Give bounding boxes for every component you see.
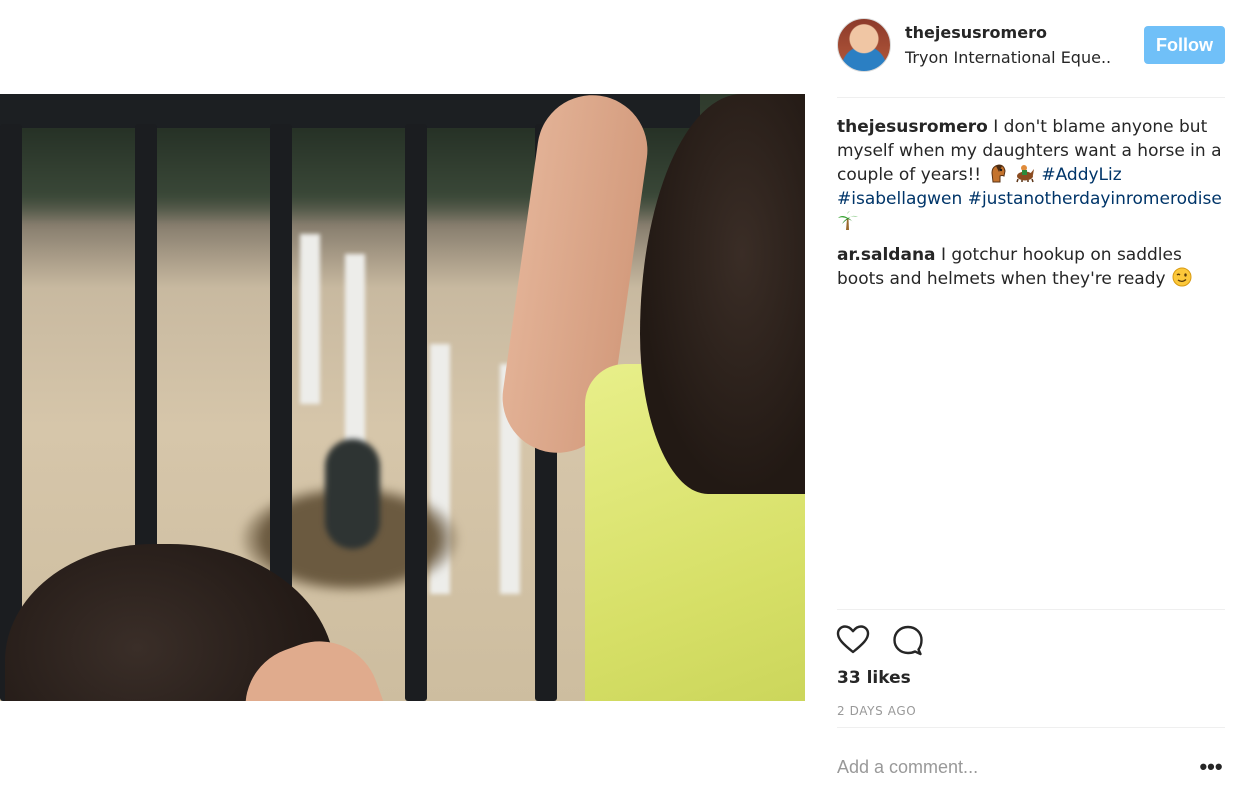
comments-list: thejesusromero I don't blame anyone but … <box>837 115 1225 299</box>
add-comment-input[interactable] <box>837 752 1197 782</box>
horse-face-emoji-icon <box>987 163 1009 183</box>
post-actions <box>835 622 957 658</box>
photo-jump-pole <box>345 254 365 454</box>
post-photo[interactable] <box>0 94 805 701</box>
photo-rider <box>325 439 380 549</box>
comment-item: ar.saldana I gotchur hookup on saddles b… <box>837 243 1225 291</box>
comment-username-link[interactable]: ar.saldana <box>837 245 936 265</box>
avatar[interactable] <box>837 18 891 72</box>
hashtag-link[interactable]: #AddyLiz <box>1041 165 1121 185</box>
header-divider <box>837 97 1225 98</box>
heart-icon <box>835 625 871 661</box>
like-button[interactable] <box>835 622 871 658</box>
post-side-panel: thejesusromero Tryon International Eque.… <box>835 0 1225 801</box>
owner-username-link[interactable]: thejesusromero <box>905 23 1047 42</box>
palm-tree-emoji-icon <box>837 211 859 231</box>
caption: thejesusromero I don't blame anyone but … <box>837 115 1225 235</box>
caption-username-link[interactable]: thejesusromero <box>837 117 988 137</box>
post-timestamp[interactable]: 2 days ago <box>837 704 916 718</box>
horse-racing-emoji-icon <box>1014 163 1036 183</box>
follow-button[interactable]: Follow <box>1144 26 1225 64</box>
actions-divider <box>837 609 1225 610</box>
speech-bubble-icon <box>890 625 926 661</box>
photo-fence-bar <box>405 124 427 701</box>
likes-count[interactable]: 33 likes <box>837 668 911 688</box>
post-header: thejesusromero Tryon International Eque.… <box>837 18 1225 74</box>
hashtag-link[interactable]: #justanotherdayinromerodise <box>968 189 1222 209</box>
comment-box-divider <box>837 727 1225 728</box>
location-link[interactable]: Tryon International Eque.. <box>905 48 1111 67</box>
hashtag-link[interactable]: #isabellagwen <box>837 189 962 209</box>
photo-jump-pole <box>300 234 320 404</box>
more-options-button[interactable]: ••• <box>1197 752 1225 782</box>
comment-button[interactable] <box>890 622 926 658</box>
winking-face-emoji-icon <box>1171 267 1193 287</box>
